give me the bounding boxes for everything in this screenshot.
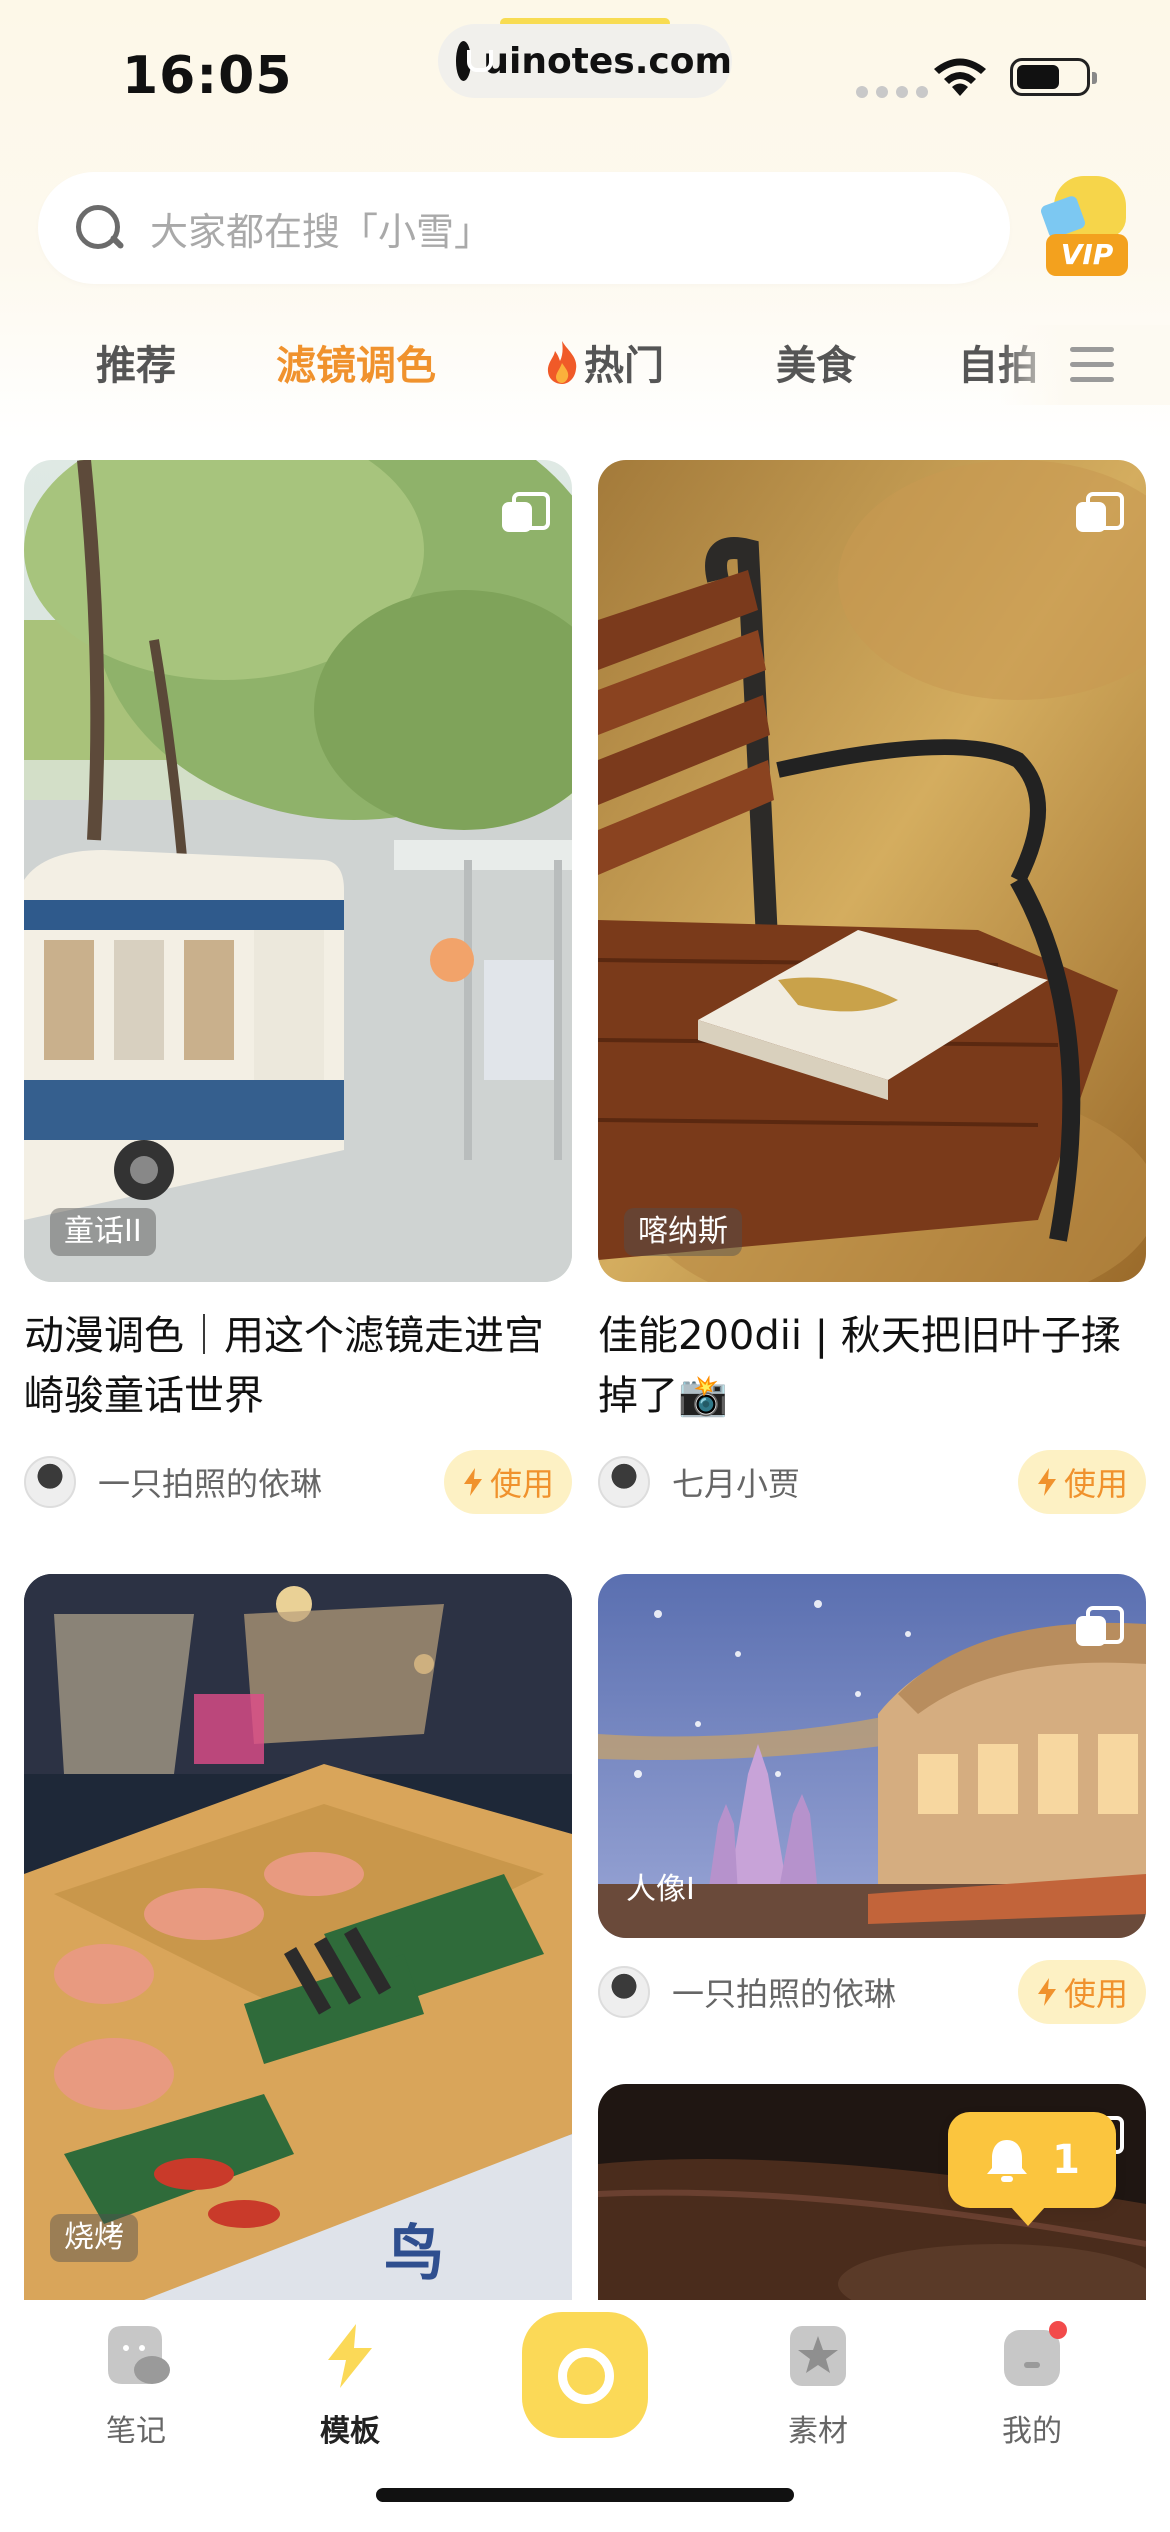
home-indicator <box>376 2488 794 2502</box>
nav-me[interactable]: 我的 <box>962 2320 1102 2450</box>
card-image-bbq[interactable]: 鸟 烧烤 <box>24 1574 572 2300</box>
svg-text:鸟: 鸟 <box>384 2219 444 2289</box>
card-author[interactable]: 七月小贾 <box>598 1456 800 1508</box>
card-image-fairytale[interactable]: 童话II <box>24 460 572 1282</box>
vip-badge-button[interactable]: VIP <box>1036 172 1134 282</box>
card-tag: 烧烤 <box>50 2214 138 2262</box>
tab-hot[interactable]: 热门 <box>542 333 664 391</box>
notification-count: 1 <box>1052 2137 1080 2183</box>
card-tag: 童话II <box>50 1208 156 1256</box>
avatar <box>598 1456 650 1508</box>
card-author[interactable]: 一只拍照的依琳 <box>24 1456 322 1508</box>
camera-button[interactable] <box>522 2312 648 2438</box>
bench-book-photo <box>598 460 1146 1282</box>
url-text: uinotes.com <box>483 40 732 82</box>
notes-mascot-icon <box>108 2326 170 2384</box>
card-title[interactable]: 佳能200dii | 秋天把旧叶子揉 掉了📸 <box>598 1306 1158 1426</box>
tab-food[interactable]: 美食 <box>776 333 856 391</box>
card-image-kanas[interactable]: 喀纳斯 <box>598 460 1146 1282</box>
star-card-icon <box>790 2326 846 2386</box>
url-pill: uinotes.com <box>438 24 732 98</box>
flame-icon <box>547 341 577 384</box>
status-bar: 16:05 uinotes.com <box>0 0 1170 150</box>
avatar <box>598 1966 650 2018</box>
nav-materials[interactable]: 素材 <box>748 2320 888 2450</box>
notification-button[interactable]: 1 <box>948 2112 1116 2226</box>
bolt-icon <box>463 1468 482 1496</box>
card-title[interactable]: 动漫调色｜用这个滤镜走进宫 崎骏童话世界 <box>24 1306 584 1426</box>
bolt-icon <box>328 2324 372 2388</box>
bbq-photo: 鸟 <box>24 1574 572 2300</box>
tab-recommend[interactable]: 推荐 <box>96 333 176 391</box>
multi-photo-icon <box>502 492 550 532</box>
use-button[interactable]: 使用 <box>444 1450 572 1514</box>
bolt-icon <box>1037 1468 1056 1496</box>
red-dot-badge <box>1049 2321 1067 2339</box>
card-author[interactable]: 一只拍照的依琳 <box>598 1966 896 2018</box>
card-tag: 人像I <box>626 1872 695 1907</box>
search-icon <box>74 203 124 253</box>
park-bus-photo <box>24 460 572 1282</box>
multi-photo-icon <box>1076 492 1124 532</box>
uinotes-logo-icon <box>456 41 494 81</box>
card-tag: 喀纳斯 <box>624 1208 742 1256</box>
battery-icon <box>1010 58 1097 96</box>
search-placeholder: 大家都在搜「小雪」 <box>150 209 493 254</box>
signal-dots-icon <box>856 86 928 98</box>
multi-photo-icon <box>1076 1606 1124 1646</box>
avatar <box>24 1456 76 1508</box>
bell-icon <box>987 2140 1028 2182</box>
nav-notes[interactable]: 笔记 <box>66 2320 206 2450</box>
status-time: 16:05 <box>122 46 293 106</box>
nav-templates[interactable]: 模板 <box>280 2320 420 2450</box>
bolt-icon <box>1037 1978 1056 2006</box>
use-button[interactable]: 使用 <box>1018 1450 1146 1514</box>
wifi-icon <box>934 58 986 96</box>
menu-icon[interactable] <box>1070 347 1114 383</box>
tab-filter-color[interactable]: 滤镜调色 <box>276 333 436 391</box>
vip-label: VIP <box>1046 234 1128 276</box>
use-button[interactable]: 使用 <box>1018 1960 1146 2024</box>
profile-icon <box>1004 2321 1067 2386</box>
category-tabs: 推荐 滤镜调色 热门 美食 自拍 <box>0 325 1170 405</box>
search-input[interactable]: 大家都在搜「小雪」 <box>38 172 1010 284</box>
card-image-portrait[interactable]: 人像I <box>598 1574 1146 1938</box>
